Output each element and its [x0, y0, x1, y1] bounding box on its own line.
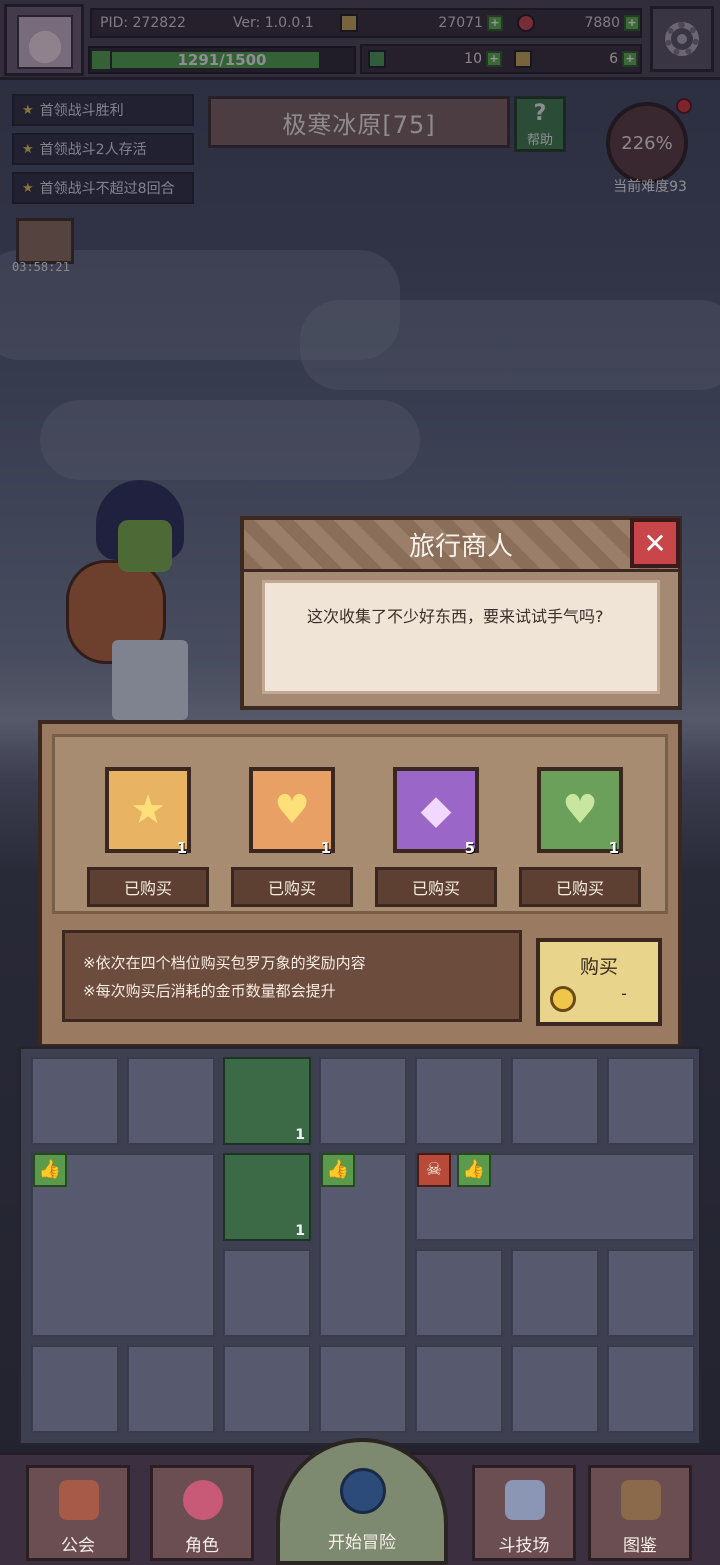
inventory-slot[interactable] [511, 1345, 599, 1433]
purchased-label: 已购买 [375, 867, 497, 907]
purple-gem-icon: ◆ [420, 787, 452, 833]
merchant-shop-panel: ★ 1 ♥ 1 ◆ 5 ♥ 1 已购买 已购买 已购买 已购买 ※依次在四个档位购买包罗… [38, 720, 682, 1048]
shop-item[interactable]: ★ 1 [105, 767, 191, 857]
inventory-slot[interactable] [319, 1345, 407, 1433]
inventory-slot[interactable] [607, 1345, 695, 1433]
shop-item[interactable]: ♥ 1 [537, 767, 623, 857]
coin-icon [550, 986, 576, 1012]
guild-icon [59, 1480, 99, 1520]
item-count: 5 [464, 839, 475, 857]
nav-arena-label: 斗技场 [498, 1536, 550, 1556]
dialog-message: 这次收集了不少好东西，要来试试手气吗? [262, 580, 660, 694]
inventory-grid: 1 1 👍 👍 👍 ☠ [18, 1046, 702, 1446]
buy-button[interactable]: 购买 - [536, 938, 662, 1026]
item-count: 1 [608, 839, 619, 857]
inventory-slot[interactable] [511, 1057, 599, 1145]
purchased-label: 已购买 [87, 867, 209, 907]
nav-codex-label: 图鉴 [623, 1536, 657, 1556]
nav-codex-button[interactable]: 图鉴 [588, 1465, 692, 1561]
slot-count: 1 [295, 1127, 305, 1143]
note-line: ※每次购买后消耗的金币数量都会提升 [83, 982, 336, 1000]
item-count: 1 [320, 839, 331, 857]
inventory-slot[interactable] [607, 1249, 695, 1337]
purchased-label: 已购买 [231, 867, 353, 907]
dialog-title: 旅行商人 [244, 520, 678, 572]
inventory-slot[interactable]: 1 [223, 1153, 311, 1241]
inventory-slot[interactable] [31, 1057, 119, 1145]
crossed-swords-icon [505, 1480, 545, 1520]
star-icon: ★ [130, 787, 166, 833]
inventory-slot[interactable] [223, 1249, 311, 1337]
shop-notes: ※依次在四个档位购买包罗万象的奖励内容 ※每次购买后消耗的金币数量都会提升 [62, 930, 522, 1022]
close-button[interactable]: ✕ [630, 518, 680, 568]
thumbs-up-icon: 👍 [33, 1153, 67, 1187]
nav-guild-button[interactable]: 公会 [26, 1465, 130, 1561]
inventory-slot[interactable]: 1 [223, 1057, 311, 1145]
inventory-slot[interactable] [127, 1057, 215, 1145]
shop-item[interactable]: ♥ 1 [249, 767, 335, 857]
inventory-slot[interactable] [607, 1057, 695, 1145]
item-count: 1 [176, 839, 187, 857]
thumbs-up-icon: 👍 [321, 1153, 355, 1187]
inventory-slot[interactable] [127, 1345, 215, 1433]
shop-item[interactable]: ◆ 5 [393, 767, 479, 857]
close-icon: ✕ [643, 526, 667, 560]
magnifier-icon [340, 1468, 386, 1514]
inventory-slot[interactable] [415, 1345, 503, 1433]
purchased-label: 已购买 [519, 867, 641, 907]
character-icon [183, 1480, 223, 1520]
inventory-slot[interactable] [319, 1057, 407, 1145]
skull-icon: ☠ [417, 1153, 451, 1187]
inventory-slot[interactable] [511, 1249, 599, 1337]
nav-character-label: 角色 [185, 1536, 219, 1556]
price-value: - [621, 984, 627, 1003]
inventory-slot[interactable] [415, 1249, 503, 1337]
start-adventure-label: 开始冒险 [328, 1533, 396, 1553]
heart-gold-icon: ♥ [274, 787, 310, 833]
book-icon [621, 1480, 661, 1520]
inventory-slot[interactable] [415, 1057, 503, 1145]
inventory-slot[interactable] [223, 1345, 311, 1433]
note-line: ※依次在四个档位购买包罗万象的奖励内容 [83, 954, 366, 972]
merchant-dialog: 旅行商人 这次收集了不少好东西，要来试试手气吗? [240, 516, 682, 710]
nav-arena-button[interactable]: 斗技场 [472, 1465, 576, 1561]
nav-character-button[interactable]: 角色 [150, 1465, 254, 1561]
nav-guild-label: 公会 [61, 1536, 95, 1556]
thumbs-up-icon: 👍 [457, 1153, 491, 1187]
slot-count: 1 [295, 1223, 305, 1239]
shop-items-area: ★ 1 ♥ 1 ◆ 5 ♥ 1 已购买 已购买 已购买 已购买 [52, 734, 668, 914]
buy-label: 购买 [579, 956, 618, 978]
inventory-slot[interactable] [31, 1345, 119, 1433]
heart-green-icon: ♥ [562, 787, 598, 833]
